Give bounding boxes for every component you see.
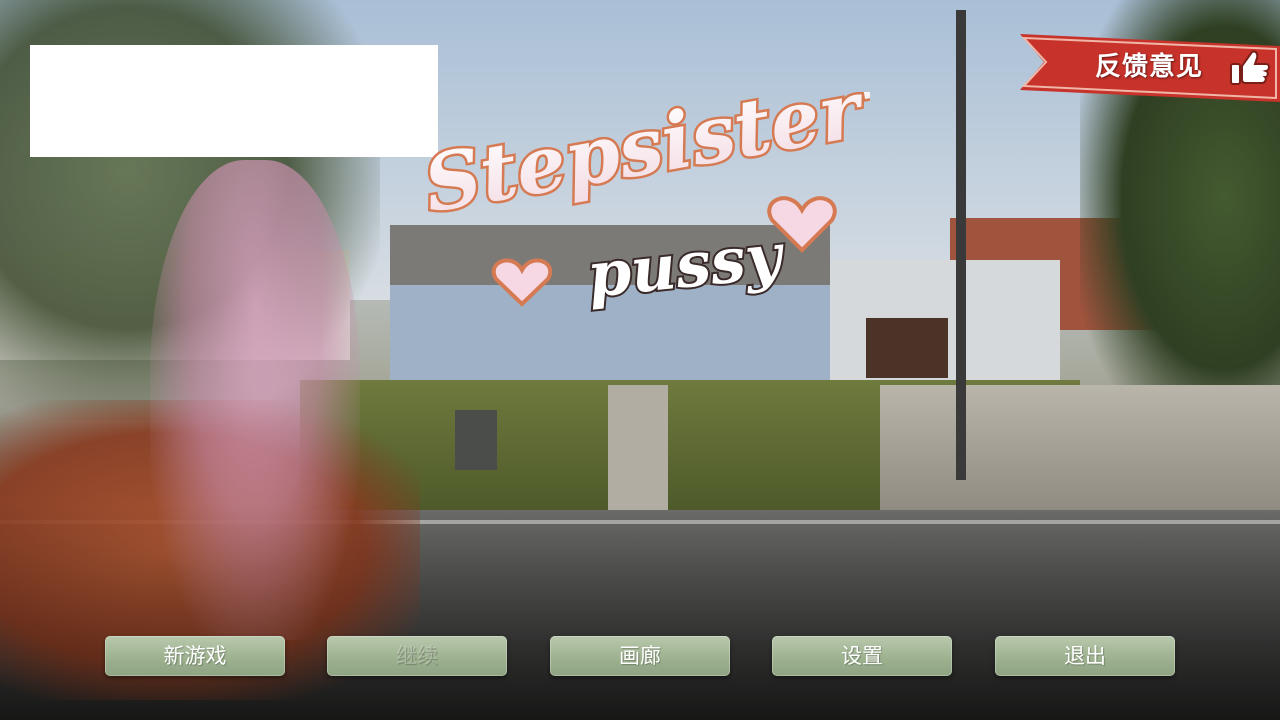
settings-button[interactable]: 设置 [772,636,952,676]
white-overlay-box [30,45,438,157]
game-title-logo: Stepsister's pussy [415,92,870,314]
feedback-label: 反馈意见 [1094,52,1203,82]
logo-line2: pussy [584,219,789,312]
exit-button[interactable]: 退出 [995,636,1175,676]
gallery-button[interactable]: 画廊 [550,636,730,676]
new-game-button[interactable]: 新游戏 [105,636,285,676]
heart-icon [491,258,553,307]
main-menu-screen: Stepsister's pussy 反馈意见 新游戏 继续 画廊 设置 退出 [0,0,1280,720]
continue-button[interactable]: 继续 [327,636,507,676]
thumbs-up-icon [1230,50,1270,85]
